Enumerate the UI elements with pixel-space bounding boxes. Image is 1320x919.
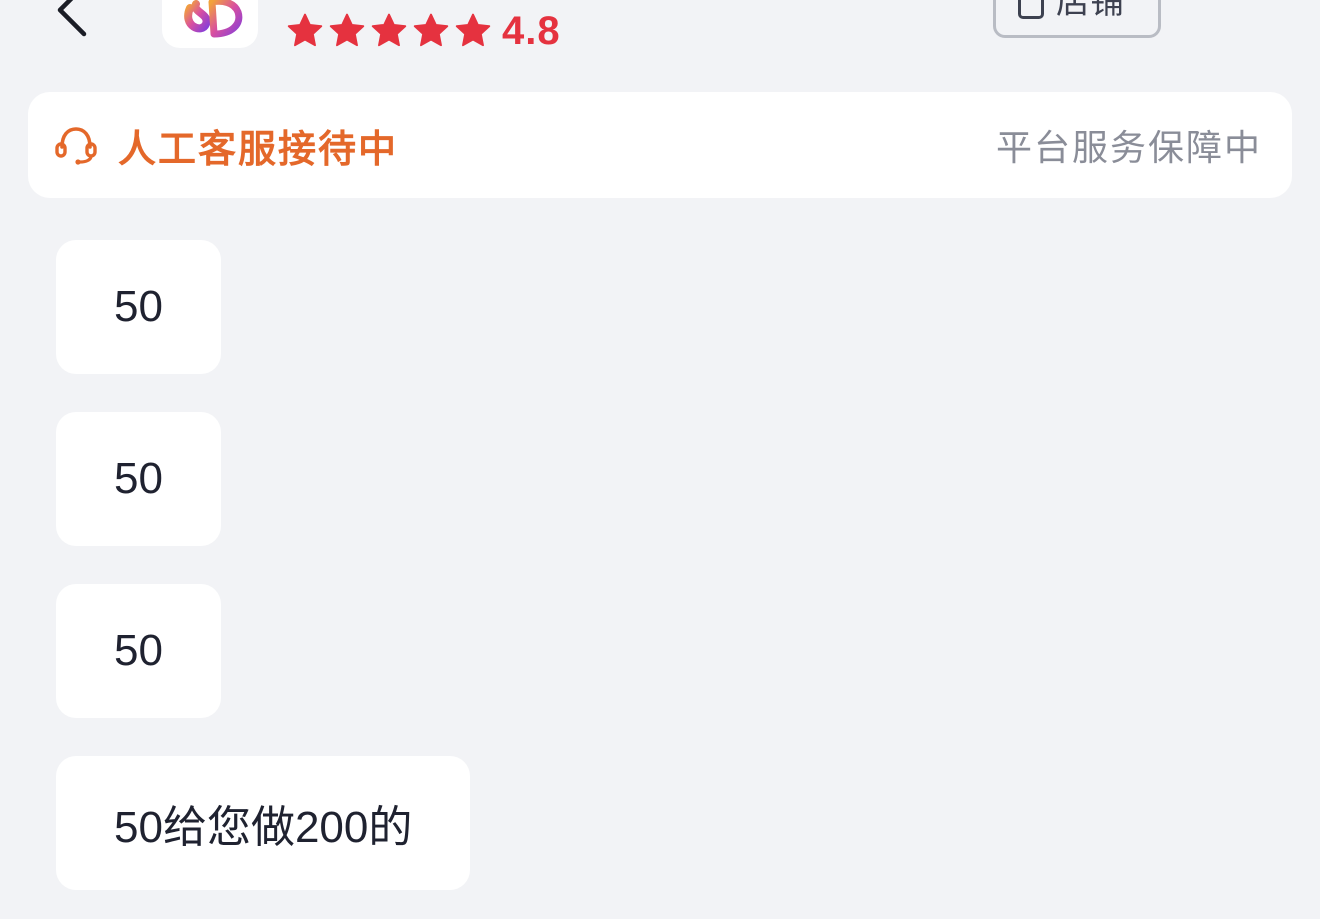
chevron-left-icon [57,0,87,37]
service-status-text: 人工客服接待中 [118,126,399,171]
service-banner: 人工客服接待中 平台服务保障中 [28,92,1292,198]
headset-icon [55,127,97,165]
shop-button[interactable]: 店铺 [993,0,1161,38]
rating-value: 4.8 [502,8,561,53]
service-status-group: 人工客服接待中 [54,118,398,173]
service-guarantee-text: 平台服务保障中 [995,128,1262,169]
top-bar: 4.8 店铺 [0,0,1320,80]
store-logo[interactable] [162,0,258,48]
rating-stars [286,13,492,49]
chat-message-bubble[interactable]: 50 [56,412,221,546]
star-icon [370,13,408,49]
star-icon [454,13,492,49]
star-icon [412,13,450,49]
chat-message-bubble[interactable]: 50 [56,584,221,718]
chat-message-bubble[interactable]: 50 [56,240,221,374]
chat-message-list: 50 50 50 50给您做200的 [56,240,471,890]
more-button[interactable] [1206,0,1272,6]
shop-bag-icon [1018,0,1044,19]
star-icon [328,13,366,49]
back-button[interactable] [40,0,100,40]
shop-button-label: 店铺 [1056,0,1124,22]
chat-message-bubble[interactable]: 50给您做200的 [56,756,471,890]
star-icon [286,13,324,49]
store-logo-icon [184,0,243,38]
store-rating: 4.8 [286,8,561,54]
